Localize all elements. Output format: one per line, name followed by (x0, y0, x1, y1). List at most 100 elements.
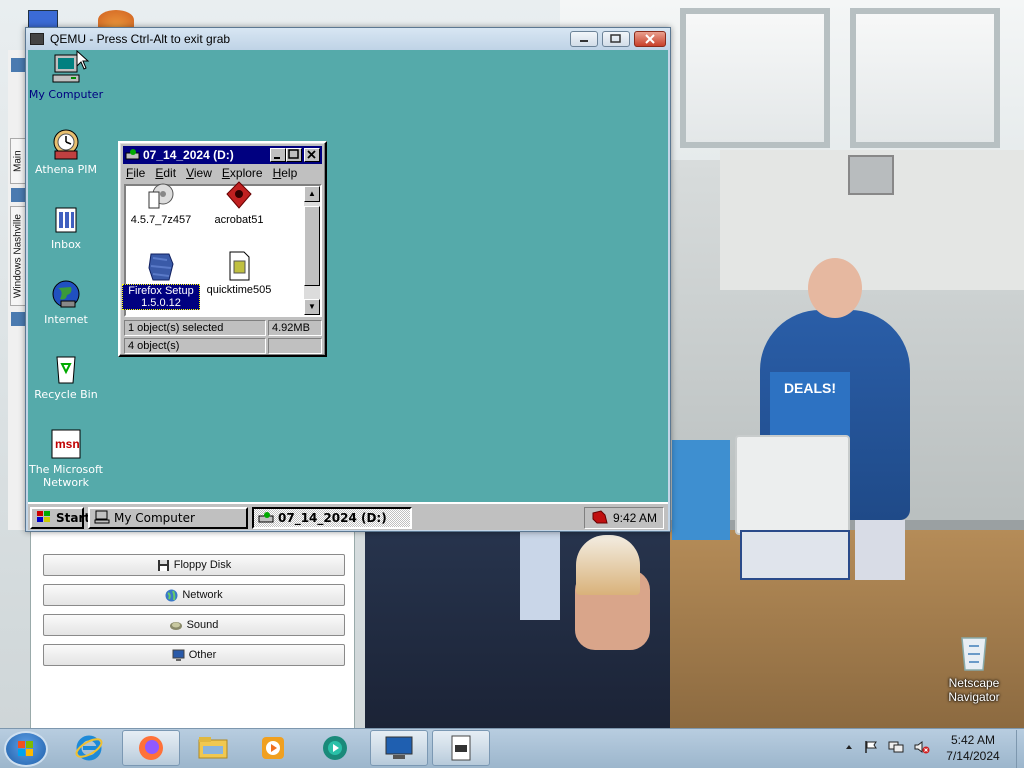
firefox-icon (139, 736, 163, 760)
taskbar-media-player[interactable] (244, 730, 302, 766)
minimize-button[interactable] (570, 31, 598, 47)
guest-icon-recycle-bin[interactable]: Recycle Bin (28, 352, 106, 401)
explorer-file-view: 4.5.7_7z457 acrobat51 Firefox Setup 1.5.… (122, 181, 322, 317)
scroll-down-button[interactable]: ▼ (304, 299, 320, 315)
guest-icon-athena-pim[interactable]: Athena PIM (28, 127, 106, 176)
tab-main-label: Main (12, 150, 24, 172)
acrobat-icon (223, 180, 255, 212)
guest-icon-my-computer[interactable]: My Computer (28, 52, 106, 101)
globe-icon (165, 589, 178, 602)
close-icon (645, 34, 655, 44)
host-clock-date: 7/14/2024 (946, 749, 1000, 763)
tab-image-icon[interactable] (11, 58, 25, 72)
qemu-titlebar[interactable]: QEMU - Press Ctrl-Alt to exit grab (26, 28, 670, 50)
taskbar-qemu-window[interactable] (370, 730, 428, 766)
host-settings-panel: Floppy Disk Network Sound Other (30, 530, 355, 728)
other-button[interactable]: Other (43, 644, 345, 666)
guest-icon-label: Athena PIM (35, 163, 97, 176)
tab-image-icon[interactable] (11, 312, 25, 326)
photo-worker-head (808, 258, 862, 318)
status-empty (268, 338, 322, 354)
internet-explorer-icon (75, 735, 103, 761)
explorer-scrollbar[interactable]: ▲ ▼ (304, 186, 320, 315)
taskbar-file-explorer[interactable] (184, 730, 242, 766)
guest-icon-label: Inbox (50, 238, 82, 251)
tab-main[interactable]: Main (10, 138, 26, 184)
floppy-disk-button[interactable]: Floppy Disk (43, 554, 345, 576)
status-selected: 1 object(s) selected (124, 320, 266, 336)
taskbar-explorer-drive-label: 07_14_2024 (D:) (278, 511, 387, 525)
maximize-icon (288, 149, 299, 159)
qemu-title-text: QEMU - Press Ctrl-Alt to exit grab (50, 32, 231, 46)
maximize-button[interactable] (602, 31, 630, 47)
sound-button[interactable]: Sound (43, 614, 345, 636)
flag-icon[interactable] (864, 740, 878, 757)
scroll-up-button[interactable]: ▲ (304, 186, 320, 202)
tray-network-icon[interactable] (591, 509, 609, 528)
photo-register (735, 435, 850, 535)
close-icon (307, 150, 316, 159)
taskbar-explorer-drive[interactable]: 07_14_2024 (D:) (252, 507, 412, 529)
taskbar-my-computer-label: My Computer (114, 511, 195, 525)
windows-logo-icon (36, 510, 52, 527)
photo-monitor (848, 155, 894, 195)
host-desktop-icon-netscape[interactable]: Netscape Navigator (934, 632, 1014, 704)
guest-icon-label: My Computer (28, 88, 104, 101)
host-clock[interactable]: 5:42 AM 7/14/2024 (930, 732, 1016, 764)
taskbar-document[interactable] (432, 730, 490, 766)
document-icon (451, 735, 471, 761)
guest-icon-label: The Microsoft Network (28, 463, 103, 489)
mouse-cursor-icon (76, 50, 90, 73)
start-label: Start (56, 511, 91, 525)
windows-start-button[interactable] (4, 731, 48, 767)
guest-clock: 9:42 AM (612, 511, 657, 525)
guest-icon-inbox[interactable]: Inbox (28, 202, 106, 251)
svg-text:msn: msn (55, 437, 80, 451)
explorer-maximize-button[interactable] (286, 148, 302, 162)
show-desktop-button[interactable] (1016, 730, 1024, 768)
explorer-minimize-button[interactable] (270, 148, 286, 162)
sound-label: Sound (186, 619, 219, 631)
installer-icon (145, 180, 177, 212)
drive-icon (258, 510, 274, 527)
status-size: 4.92MB (268, 320, 322, 336)
file-item-acrobat51[interactable]: acrobat51 (200, 180, 278, 226)
photo-ice-cream-cone (576, 535, 640, 595)
guest-icon-msn[interactable]: msn The Microsoft Network (28, 427, 106, 489)
host-system-tray (844, 738, 930, 758)
file-item-7z457[interactable]: 4.5.7_7z457 (122, 180, 200, 226)
volume-muted-icon[interactable] (914, 740, 930, 757)
network-icon[interactable] (888, 740, 904, 757)
drive-icon (125, 148, 140, 161)
guest-desktop: My Computer Athena PIM Inbox Internet Re… (28, 50, 668, 530)
taskbar-firefox[interactable] (122, 730, 180, 766)
photo-promo (855, 520, 905, 580)
minimize-icon (580, 40, 588, 42)
explorer-close-button[interactable] (304, 148, 320, 162)
file-explorer-icon (198, 737, 228, 759)
photo-window (680, 8, 830, 148)
start-button[interactable]: Start (30, 507, 90, 529)
guest-icon-label: Recycle Bin (34, 388, 98, 401)
close-button[interactable] (634, 31, 666, 47)
file-item-label: acrobat51 (214, 214, 264, 226)
chevron-up-icon[interactable] (844, 742, 854, 755)
file-item-firefox-setup[interactable]: Firefox Setup 1.5.0.12 (122, 250, 200, 310)
explorer-title-text: 07_14_2024 (D:) (143, 148, 234, 162)
tab-windows-label: Windows Nashville (12, 214, 24, 298)
guest-icon-label: Internet (44, 313, 88, 326)
photo-deals-sign: DEALS! (770, 372, 850, 442)
tab-windows-nashville[interactable]: Windows Nashville (10, 206, 26, 306)
recycle-bin-icon (49, 352, 83, 386)
scroll-thumb[interactable] (304, 206, 320, 286)
network-button[interactable]: Network (43, 584, 345, 606)
athena-pim-icon (49, 127, 83, 161)
taskbar-media-center[interactable] (306, 730, 364, 766)
file-item-quicktime505[interactable]: quicktime505 (200, 250, 278, 296)
taskbar-my-computer[interactable]: My Computer (88, 507, 248, 529)
guest-icon-internet[interactable]: Internet (28, 277, 106, 326)
taskbar-internet-explorer[interactable] (60, 730, 118, 766)
tab-image-icon[interactable] (11, 188, 25, 202)
network-label: Network (182, 589, 223, 601)
guest-taskbar: Start My Computer 07_14_2024 (D:) 9:42 A… (28, 502, 668, 530)
